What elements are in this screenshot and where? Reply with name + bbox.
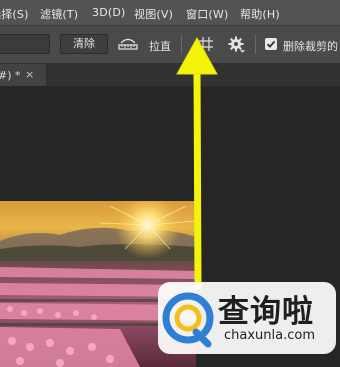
separator [255, 35, 256, 54]
straighten-label[interactable]: 拉直 [149, 38, 171, 54]
clear-button[interactable]: 清除 [60, 34, 108, 54]
delete-cropped-checkbox[interactable] [265, 38, 277, 50]
document-tab-bar: #) * × [0, 64, 340, 86]
delete-cropped-label[interactable]: 删除裁剪的 [283, 38, 338, 54]
close-icon[interactable]: × [25, 68, 34, 81]
separator [181, 35, 182, 54]
check-icon [266, 40, 276, 48]
menu-window[interactable]: 窗口(W) [186, 6, 228, 22]
menu-filter[interactable]: 滤镜(T) [40, 6, 78, 22]
menu-select[interactable]: 选择(S) [0, 6, 29, 22]
watermark-url: chaxunla.com [224, 328, 315, 343]
options-bar: 清除 拉直 删除裁剪的 [0, 26, 340, 64]
document-tab[interactable]: #) * × [0, 64, 47, 86]
menu-view[interactable]: 视图(V) [134, 6, 173, 22]
grid-icon[interactable] [198, 36, 214, 52]
menu-bar: 选择(S) 滤镜(T) 3D(D) 视图(V) 窗口(W) 帮助(H) [0, 0, 340, 26]
menu-3d[interactable]: 3D(D) [92, 6, 126, 19]
menu-help[interactable]: 帮助(H) [240, 6, 280, 22]
straighten-icon[interactable] [118, 37, 138, 51]
document-tab-label: #) * [0, 69, 21, 82]
ratio-input[interactable] [0, 34, 50, 54]
watermark-text: 查询啦 [218, 294, 314, 330]
chevron-down-icon[interactable] [240, 50, 245, 53]
